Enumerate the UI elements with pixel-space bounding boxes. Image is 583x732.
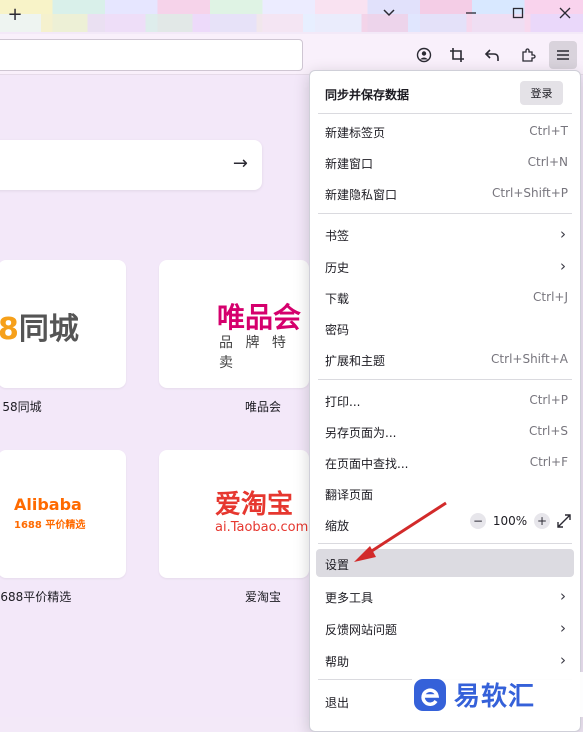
tile-logo-subtitle: 品 牌 特 卖 (219, 335, 290, 371)
menu-item-new-tab[interactable]: 新建标签页 Ctrl+T (316, 117, 574, 145)
app-menu-panel: 同步并保存数据 登录 新建标签页 Ctrl+T 新建窗口 Ctrl+N 新建隐私窗口… (309, 70, 581, 732)
search-box[interactable]: → (0, 140, 262, 190)
chevron-down-icon (383, 9, 395, 17)
zoom-in-button[interactable]: + (534, 513, 550, 529)
tile-logo-subtitle: ai.Taobao.com (215, 520, 309, 535)
menu-item-save-page[interactable]: 另存页面为... Ctrl+S (316, 417, 574, 445)
login-button[interactable]: 登录 (520, 81, 563, 105)
screenshot-button[interactable] (443, 41, 471, 69)
extensions-button[interactable] (514, 41, 542, 69)
tile-logo-subtitle: 1688 平价精选 (14, 520, 86, 531)
chevron-right-icon: › (560, 587, 566, 605)
menu-item-new-window[interactable]: 新建窗口 Ctrl+N (316, 148, 574, 176)
address-bar[interactable] (0, 39, 303, 71)
zoom-out-button[interactable]: − (470, 513, 486, 529)
arrow-right-icon[interactable]: → (233, 153, 248, 174)
fullscreen-button[interactable] (556, 513, 572, 529)
undo-arrow-icon (484, 49, 499, 61)
tile-label: 1688平价精选 (0, 590, 72, 604)
maximize-button[interactable] (505, 2, 531, 24)
chevron-right-icon: › (560, 651, 566, 669)
fullscreen-icon (557, 514, 571, 528)
account-icon (416, 47, 432, 63)
shortcut-tile-1688[interactable]: Alibaba 1688 平价精选 (0, 450, 126, 578)
hamburger-icon (557, 50, 569, 60)
menu-separator (318, 379, 572, 380)
back-button[interactable] (478, 41, 506, 69)
new-tab-button[interactable]: + (5, 4, 25, 25)
app-menu-button[interactable] (549, 41, 577, 69)
menu-item-report-site-issue[interactable]: 反馈网站问题 › (316, 614, 574, 642)
navigation-toolbar (0, 34, 583, 75)
minimize-button[interactable] (458, 2, 484, 24)
chevron-right-icon: › (560, 619, 566, 637)
chevron-right-icon: › (560, 257, 566, 275)
shortcut-tile-58[interactable]: 8同城 (0, 260, 126, 388)
menu-separator (318, 213, 572, 214)
minimize-icon (466, 12, 476, 14)
tile-label: 58同城 (2, 400, 42, 414)
tile-logo: 唯品会 (217, 301, 302, 334)
menu-item-passwords[interactable]: 密码 (316, 314, 574, 342)
close-window-button[interactable] (552, 2, 578, 24)
tile-logo: 8同城 (0, 312, 79, 347)
menu-item-addons-themes[interactable]: 扩展和主题 Ctrl+Shift+A (316, 345, 574, 373)
puzzle-icon (522, 48, 536, 62)
chevron-right-icon: › (560, 225, 566, 243)
shortcut-tile-vip[interactable]: 唯品会 品 牌 特 卖 (159, 260, 309, 388)
sync-header: 同步并保存数据 登录 (310, 71, 580, 113)
menu-item-history[interactable]: 历史 › (316, 252, 574, 280)
menu-item-bookmarks[interactable]: 书签 › (316, 220, 574, 248)
tab-strip-texture (0, 14, 583, 32)
shortcut-tile-aitaobao[interactable]: 爱淘宝 ai.Taobao.com (159, 450, 309, 578)
tile-logo: Alibaba (14, 495, 82, 514)
menu-item-downloads[interactable]: 下载 Ctrl+J (316, 283, 574, 311)
tile-logo: 爱淘宝 (215, 490, 294, 520)
menu-item-new-private-window[interactable]: 新建隐私窗口 Ctrl+Shift+P (316, 179, 574, 207)
menu-item-help[interactable]: 帮助 › (316, 646, 574, 674)
close-icon (559, 7, 571, 19)
menu-item-find-in-page[interactable]: 在页面中查找... Ctrl+F (316, 448, 574, 476)
annotation-arrow-icon (354, 501, 447, 562)
menu-item-print[interactable]: 打印... Ctrl+P (316, 386, 574, 414)
menu-separator (318, 113, 572, 114)
sync-title: 同步并保存数据 (325, 88, 410, 102)
watermark: 易软汇 (412, 672, 583, 717)
menu-item-more-tools[interactable]: 更多工具 › (316, 582, 574, 610)
zoom-controls: − 100% + (470, 513, 572, 529)
zoom-level[interactable]: 100% (492, 514, 528, 528)
account-button[interactable] (410, 41, 438, 69)
watermark-text: 易软汇 (454, 682, 536, 712)
crop-icon (450, 48, 464, 62)
watermark-logo-icon (414, 678, 446, 711)
list-tabs-button[interactable] (376, 2, 402, 24)
maximize-icon (512, 7, 524, 19)
